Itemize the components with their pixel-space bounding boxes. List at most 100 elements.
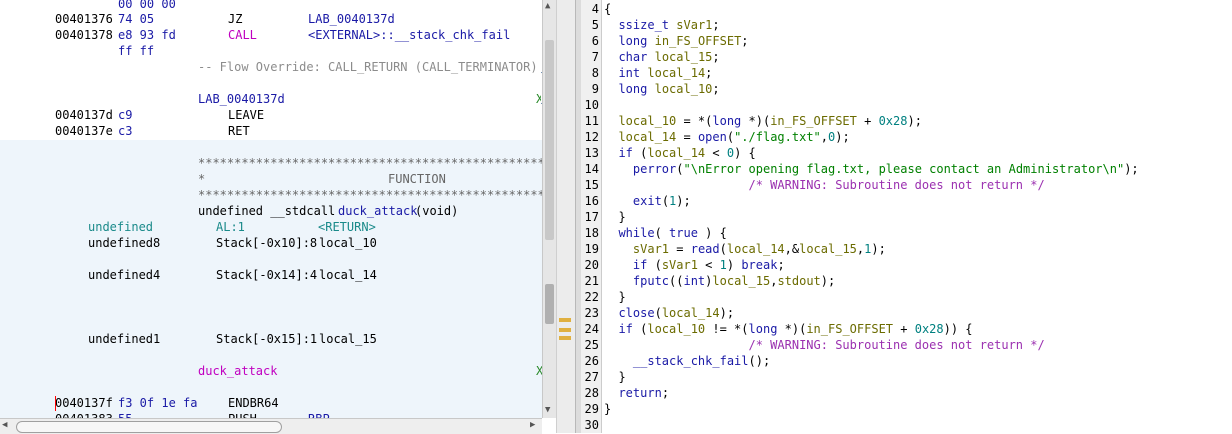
listing-token[interactable]: CALL xyxy=(228,27,257,43)
listing-token[interactable]: undefined8 xyxy=(88,235,160,251)
code-line[interactable]: /* WARNING: Subroutine does not return *… xyxy=(604,177,1045,193)
code-line[interactable]: sVar1 = read(local_14,&local_15,1); xyxy=(604,241,886,257)
line-number: 6 xyxy=(591,34,599,48)
listing-token[interactable]: local_10 xyxy=(319,235,377,251)
listing-token[interactable]: 00401378 xyxy=(55,27,113,43)
listing-token[interactable]: PUSH xyxy=(228,411,257,418)
code-line[interactable]: } xyxy=(604,401,611,417)
listing-token[interactable]: undefined __stdcall xyxy=(198,203,343,219)
overview-marker[interactable] xyxy=(559,318,571,322)
listing-token[interactable]: 0040137d xyxy=(55,107,113,123)
code-line[interactable]: long in_FS_OFFSET; xyxy=(604,33,748,49)
listing-token[interactable]: 00401376 xyxy=(55,11,113,27)
listing-token[interactable]: undefined xyxy=(88,219,153,235)
scrollbar-thumb[interactable] xyxy=(545,40,554,240)
code-line[interactable]: exit(1); xyxy=(604,193,691,209)
code-line[interactable]: if (sVar1 < 1) break; xyxy=(604,257,785,273)
code-line[interactable]: int local_14; xyxy=(604,65,712,81)
code-line[interactable]: } xyxy=(604,209,625,225)
listing-token[interactable]: 55 xyxy=(118,411,132,418)
listing-token[interactable]: ****************************************… xyxy=(198,155,542,171)
listing-token[interactable]: ****************************************… xyxy=(198,187,542,203)
line-number: 15 xyxy=(584,178,599,192)
listing-token[interactable]: undefined4 xyxy=(88,267,160,283)
listing-token[interactable]: ENDBR64 xyxy=(228,395,279,411)
listing-token[interactable]: duck_attack xyxy=(198,363,277,379)
code-line[interactable]: fputc((int)local_15,stdout); xyxy=(604,273,835,289)
listing-token[interactable]: ff ff xyxy=(118,43,154,59)
line-number: 8 xyxy=(591,66,599,80)
listing-token[interactable]: 00401383 xyxy=(55,411,113,418)
line-number: 29 xyxy=(584,402,599,416)
listing-token[interactable]: Stack[-0x14]:4 xyxy=(216,267,317,283)
listing-token[interactable]: RBP xyxy=(308,411,330,418)
listing-token[interactable]: c9 xyxy=(118,107,132,123)
code-line[interactable]: } xyxy=(604,289,625,305)
code-line[interactable]: close(local_14); xyxy=(604,305,734,321)
line-number: 14 xyxy=(584,162,599,176)
listing-token[interactable]: LAB_0040137d xyxy=(198,91,285,107)
scroll-down-arrow-icon[interactable]: ▼ xyxy=(545,405,550,415)
listing-token[interactable]: duck_attack xyxy=(338,203,417,219)
code-line[interactable]: char local_15; xyxy=(604,49,719,65)
code-line[interactable]: __stack_chk_fail(); xyxy=(604,353,770,369)
code-line[interactable]: /* WARNING: Subroutine does not return *… xyxy=(604,337,1045,353)
code-line[interactable]: local_10 = *(long *)(in_FS_OFFSET + 0x28… xyxy=(604,113,921,129)
listing-token[interactable]: -- Flow Override: CALL_RETURN (CALL_TERM… xyxy=(198,59,538,75)
horizontal-scrollbar-thumb[interactable] xyxy=(16,421,282,433)
listing-token[interactable]: (void) xyxy=(415,203,458,219)
code-line[interactable]: return; xyxy=(604,385,669,401)
listing-token[interactable]: FUNCTION xyxy=(388,171,446,187)
line-number: 16 xyxy=(584,194,599,208)
line-number: 27 xyxy=(584,370,599,384)
code-line[interactable]: if (local_14 < 0) { xyxy=(604,145,755,161)
line-number: 11 xyxy=(584,114,599,128)
code-line[interactable]: if (local_10 != *(long *)(in_FS_OFFSET +… xyxy=(604,321,972,337)
code-line[interactable]: ssize_t sVar1; xyxy=(604,17,719,33)
listing-panel[interactable]: 00 00 00 00401376 74 05 JZ LAB_0040137d 00401… xyxy=(0,0,542,418)
decompiler-panel[interactable]: 4{5 ssize_t sVar1; 6 long in_FS_OFFSET; 7 … xyxy=(581,0,1232,433)
listing-token[interactable]: local_15 xyxy=(319,331,377,347)
listing-token[interactable]: RET xyxy=(228,123,250,139)
overview-margin[interactable] xyxy=(556,0,575,433)
listing-token[interactable]: f3 0f 1e fa xyxy=(118,395,197,411)
code-line[interactable]: perror("\nError opening flag.txt, please… xyxy=(604,161,1139,177)
line-number: 10 xyxy=(584,98,599,112)
listing-token[interactable]: Stack[-0x10]:8 xyxy=(216,235,317,251)
scroll-right-arrow-icon[interactable]: ▶ xyxy=(530,420,535,430)
scroll-left-arrow-icon[interactable]: ◀ xyxy=(2,420,7,430)
code-line[interactable]: { xyxy=(604,1,611,17)
listing-token[interactable]: local_14 xyxy=(319,267,377,283)
listing-token[interactable]: 74 05 xyxy=(118,11,154,27)
code-line[interactable]: long local_10; xyxy=(604,81,719,97)
code-line[interactable]: } xyxy=(604,369,625,385)
code-line[interactable]: while( true ) { xyxy=(604,225,726,241)
text-cursor xyxy=(55,396,56,411)
listing-token[interactable]: c3 xyxy=(118,123,132,139)
listing-token[interactable]: 0040137f xyxy=(55,395,113,411)
listing-token[interactable]: <EXTERNAL>::__stack_chk_fail xyxy=(308,27,510,43)
listing-token[interactable]: Stack[-0x15]:1 xyxy=(216,331,317,347)
scrollbar-thumb-secondary[interactable] xyxy=(545,284,554,324)
listing-token[interactable]: JZ xyxy=(228,11,242,27)
line-number: 19 xyxy=(584,242,599,256)
line-number: 21 xyxy=(584,274,599,288)
listing-horizontal-scrollbar[interactable]: ◀ ▶ xyxy=(0,418,542,434)
listing-token[interactable]: e8 93 fd xyxy=(118,27,176,43)
scroll-up-arrow-icon[interactable]: ▲ xyxy=(545,1,550,11)
overview-marker[interactable] xyxy=(559,336,571,340)
overview-marker[interactable] xyxy=(559,328,571,332)
listing-token[interactable]: AL:1 xyxy=(216,219,245,235)
code-line[interactable]: local_14 = open("./flag.txt",0); xyxy=(604,129,849,145)
line-number: 20 xyxy=(584,258,599,272)
listing-token[interactable]: undefined1 xyxy=(88,331,160,347)
line-number: 13 xyxy=(584,146,599,160)
listing-vertical-scrollbar[interactable]: ▲ ▼ xyxy=(542,0,557,418)
listing-token[interactable]: LEAVE xyxy=(228,107,264,123)
line-number: 23 xyxy=(584,306,599,320)
listing-token[interactable]: * xyxy=(198,171,205,187)
listing-token[interactable]: <RETURN> xyxy=(318,219,376,235)
listing-token[interactable]: LAB_0040137d xyxy=(308,11,395,27)
listing-token[interactable]: 0040137e xyxy=(55,123,113,139)
line-number: 24 xyxy=(584,322,599,336)
